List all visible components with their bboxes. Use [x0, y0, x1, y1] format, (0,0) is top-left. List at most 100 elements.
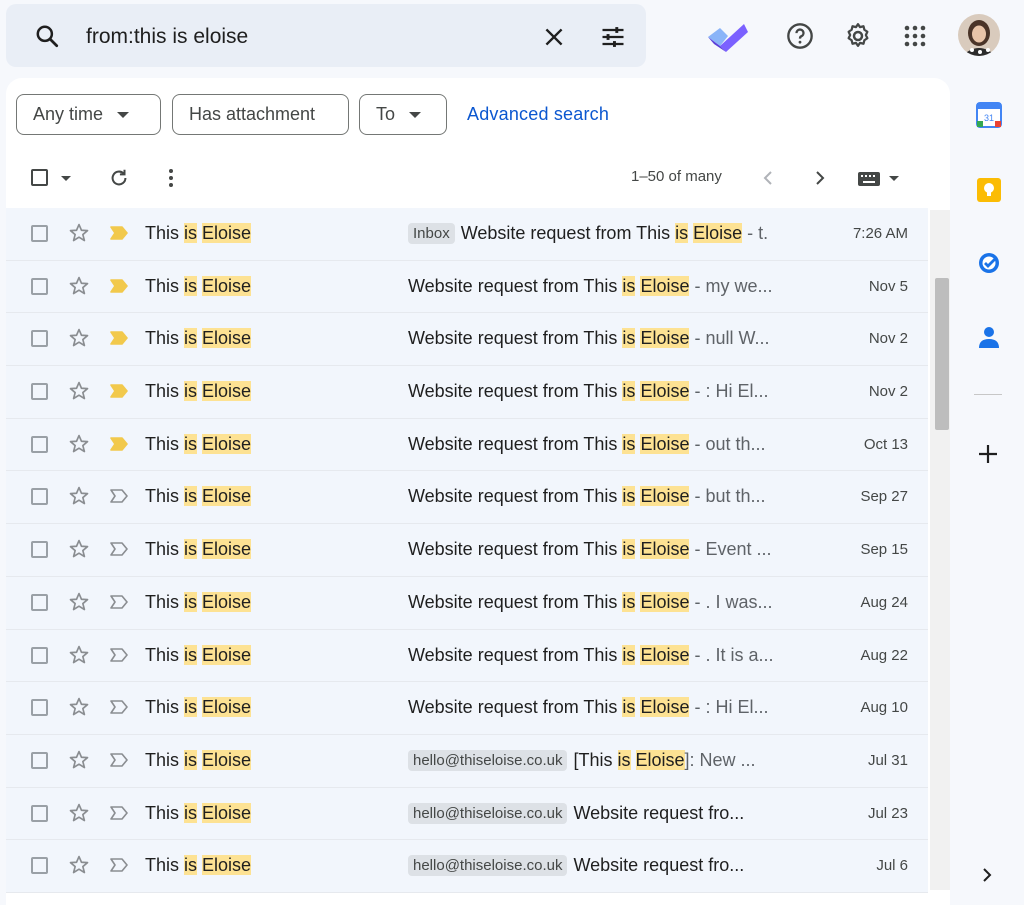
star-icon[interactable]	[68, 802, 90, 824]
sender-text: This	[145, 697, 185, 718]
label-chip[interactable]: Inbox	[408, 223, 455, 244]
previous-page-icon[interactable]	[761, 169, 775, 187]
star-icon[interactable]	[68, 433, 90, 455]
importance-marker-icon[interactable]	[109, 330, 129, 346]
account-avatar[interactable]	[958, 14, 1000, 56]
snippet-text: - . I was...	[689, 591, 773, 612]
star-icon[interactable]	[68, 696, 90, 718]
filter-has-attachment[interactable]: Has attachment	[172, 94, 349, 135]
email-row[interactable]: This is Eloise Website request from This…	[6, 313, 928, 367]
select-dropdown-icon[interactable]	[61, 176, 71, 181]
row-checkbox[interactable]	[31, 225, 48, 242]
star-icon[interactable]	[68, 485, 90, 507]
star-icon[interactable]	[68, 749, 90, 771]
snippet-text: - null W...	[689, 328, 770, 349]
row-checkbox[interactable]	[31, 751, 48, 769]
importance-marker-icon[interactable]	[109, 278, 129, 294]
sender-text: This	[145, 802, 185, 823]
row-checkbox[interactable]	[31, 593, 48, 611]
star-icon[interactable]	[68, 327, 90, 349]
label-chip[interactable]: hello@thiseloise.co.uk	[408, 802, 568, 824]
email-row[interactable]: This is Eloise Website request from This…	[6, 260, 928, 314]
star-icon[interactable]	[68, 222, 90, 244]
row-checkbox[interactable]	[31, 330, 48, 348]
subject-highlight: is	[617, 749, 631, 770]
row-checkbox[interactable]	[31, 383, 48, 401]
sender-text: This	[145, 539, 185, 560]
calendar-icon[interactable]: 31	[976, 102, 1002, 128]
importance-marker-icon[interactable]	[109, 488, 129, 504]
importance-marker-icon[interactable]	[109, 436, 129, 452]
search-input[interactable]: from:this is eloise	[86, 25, 248, 49]
email-row[interactable]: This is Eloise Inbox Website request from…	[6, 208, 928, 261]
star-icon[interactable]	[68, 591, 90, 613]
row-checkbox[interactable]	[31, 541, 48, 559]
sender-highlight: Eloise	[202, 855, 252, 876]
importance-marker-icon[interactable]	[109, 594, 129, 610]
scrollbar-thumb[interactable]	[935, 278, 949, 430]
contacts-icon[interactable]	[977, 324, 1001, 350]
help-icon[interactable]	[786, 22, 814, 50]
clear-search-icon[interactable]	[541, 24, 567, 50]
next-page-icon[interactable]	[813, 169, 827, 187]
keyboard-icon[interactable]	[857, 171, 881, 187]
sender-name: This is Eloise	[145, 749, 252, 771]
search-icon[interactable]	[34, 23, 60, 49]
filter-any-time[interactable]: Any time	[16, 94, 161, 135]
importance-marker-icon[interactable]	[109, 699, 129, 715]
email-row[interactable]: This is Eloise Website request from This…	[6, 366, 928, 419]
email-row[interactable]: This is Eloise Website request from This…	[6, 471, 928, 525]
row-checkbox[interactable]	[31, 646, 48, 664]
importance-marker-icon[interactable]	[109, 647, 129, 663]
settings-gear-icon[interactable]	[843, 21, 873, 51]
subject-line: Inbox Website request from This is Eloise…	[408, 223, 786, 244]
sender-text: This	[145, 275, 185, 296]
importance-marker-icon[interactable]	[109, 225, 129, 241]
star-icon[interactable]	[68, 644, 90, 666]
search-bar[interactable]: from:this is eloise	[6, 4, 646, 67]
expand-panel-chevron-icon[interactable]	[980, 866, 994, 884]
email-row[interactable]: This is Eloise hello@thiseloise.co.uk [Th…	[6, 734, 928, 788]
row-checkbox[interactable]	[31, 804, 48, 822]
email-row[interactable]: This is Eloise hello@thiseloise.co.uk Web…	[6, 840, 928, 893]
email-row[interactable]: This is Eloise Website request from This…	[6, 576, 928, 630]
email-row[interactable]: This is Eloise hello@thiseloise.co.uk Web…	[6, 787, 928, 841]
more-options-icon[interactable]	[161, 167, 181, 189]
importance-marker-icon[interactable]	[109, 383, 129, 399]
email-row[interactable]: This is Eloise Website request from This…	[6, 682, 928, 735]
row-checkbox[interactable]	[31, 699, 48, 717]
label-chip[interactable]: hello@thiseloise.co.uk	[408, 855, 568, 877]
email-row[interactable]: This is Eloise Website request from This…	[6, 418, 928, 472]
keep-icon[interactable]	[976, 177, 1002, 203]
subject-line: Website request from This is Eloise - my…	[408, 275, 786, 297]
advanced-search-link[interactable]: Advanced search	[467, 104, 609, 125]
star-icon[interactable]	[68, 380, 90, 402]
subject-line: Website request from This is Eloise - . …	[408, 644, 786, 666]
select-all-checkbox[interactable]	[31, 169, 48, 186]
star-icon[interactable]	[68, 538, 90, 560]
row-checkbox[interactable]	[31, 488, 48, 506]
search-options-icon[interactable]	[599, 23, 627, 51]
refresh-icon[interactable]	[108, 167, 130, 189]
importance-marker-icon[interactable]	[109, 805, 129, 821]
filter-to[interactable]: To	[359, 94, 447, 135]
star-icon[interactable]	[68, 275, 90, 297]
row-checkbox[interactable]	[31, 435, 48, 453]
row-checkbox[interactable]	[31, 277, 48, 295]
email-row[interactable]: This is Eloise Website request from This…	[6, 524, 928, 577]
tasks-icon[interactable]	[976, 250, 1002, 276]
filter-to-label: To	[376, 104, 396, 124]
email-row[interactable]: This is Eloise Website request from This…	[6, 629, 928, 683]
app-logo-icon[interactable]	[706, 20, 750, 54]
apps-grid-icon[interactable]	[903, 24, 927, 48]
importance-marker-icon[interactable]	[109, 541, 129, 557]
label-chip[interactable]: hello@thiseloise.co.uk	[408, 749, 568, 771]
importance-marker-icon[interactable]	[109, 752, 129, 768]
row-checkbox[interactable]	[31, 857, 48, 875]
sender-highlight: is	[184, 591, 198, 612]
input-tools-dropdown-icon[interactable]	[889, 176, 899, 181]
star-icon[interactable]	[68, 854, 90, 876]
add-addon-icon[interactable]	[977, 443, 999, 465]
filter-has-attachment-label: Has attachment	[189, 104, 316, 124]
importance-marker-icon[interactable]	[109, 857, 129, 873]
